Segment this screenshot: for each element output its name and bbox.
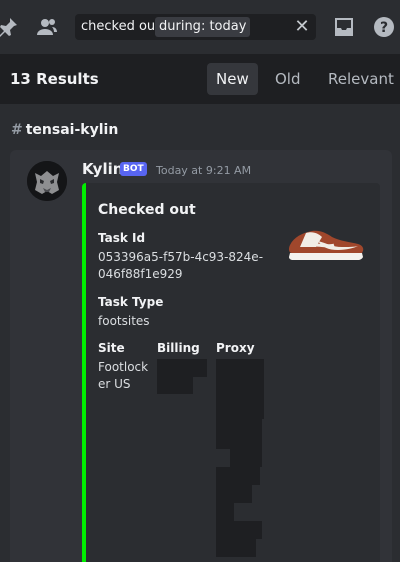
top-bar: checked out during: today ✕ ? [0, 0, 400, 54]
embed-title: Checked out [98, 202, 196, 218]
channel-hash-icon: # [11, 122, 23, 138]
members-icon[interactable] [35, 15, 59, 39]
help-icon[interactable]: ? [372, 15, 396, 39]
channel-name: tensai-kylin [25, 122, 119, 138]
results-count: 13 Results [10, 70, 99, 88]
billing-redacted-block [157, 359, 207, 377]
sort-tab-relevant[interactable]: Relevant [319, 63, 400, 95]
sort-tab-new[interactable]: New [207, 63, 258, 95]
site-label: Site [98, 341, 125, 355]
bot-badge: BOT [120, 162, 147, 176]
channel-label[interactable]: # tensai-kylin [11, 122, 118, 138]
bot-avatar[interactable] [27, 161, 67, 201]
task-id-label: Task Id [98, 231, 146, 245]
inbox-icon[interactable] [332, 15, 356, 39]
search-result-message[interactable]: Kylin BOT Today at 9:21 AM Checked out T… [10, 150, 392, 562]
proxy-redacted-block [216, 419, 262, 449]
task-type-label: Task Type [98, 295, 164, 309]
proxy-redacted-block [216, 539, 256, 557]
site-value: Footlocker US [98, 360, 149, 391]
checkout-embed: Checked out Task Id 053396a5-f57b-4c93-8… [82, 183, 380, 562]
billing-label: Billing [157, 341, 200, 355]
message-timestamp: Today at 9:21 AM [156, 164, 252, 177]
proxy-redacted-block [216, 521, 262, 539]
search-query-text: checked out [81, 19, 161, 34]
svg-text:?: ? [380, 20, 388, 36]
billing-redacted-block [157, 377, 193, 394]
results-header: 13 Results New Old Relevant [0, 54, 400, 104]
task-type-value: footsites [98, 314, 150, 328]
clear-search-icon[interactable]: ✕ [292, 17, 312, 37]
proxy-label: Proxy [216, 341, 255, 355]
pin-icon[interactable] [0, 15, 20, 39]
search-input[interactable]: checked out during: today ✕ [75, 14, 316, 40]
search-filter-chip[interactable]: during: today [155, 17, 251, 37]
proxy-redacted-block [216, 467, 260, 485]
task-id-value: 053396a5-f57b-4c93-824e-046f88f1e929 [98, 250, 264, 281]
proxy-redacted-block [216, 485, 252, 503]
proxy-redacted-block [216, 359, 264, 419]
sneaker-thumbnail[interactable] [284, 219, 368, 263]
message-author[interactable]: Kylin [82, 160, 123, 178]
proxy-redacted-block [216, 503, 234, 521]
sort-tab-old[interactable]: Old [266, 63, 310, 95]
proxy-redacted-block [230, 449, 262, 467]
